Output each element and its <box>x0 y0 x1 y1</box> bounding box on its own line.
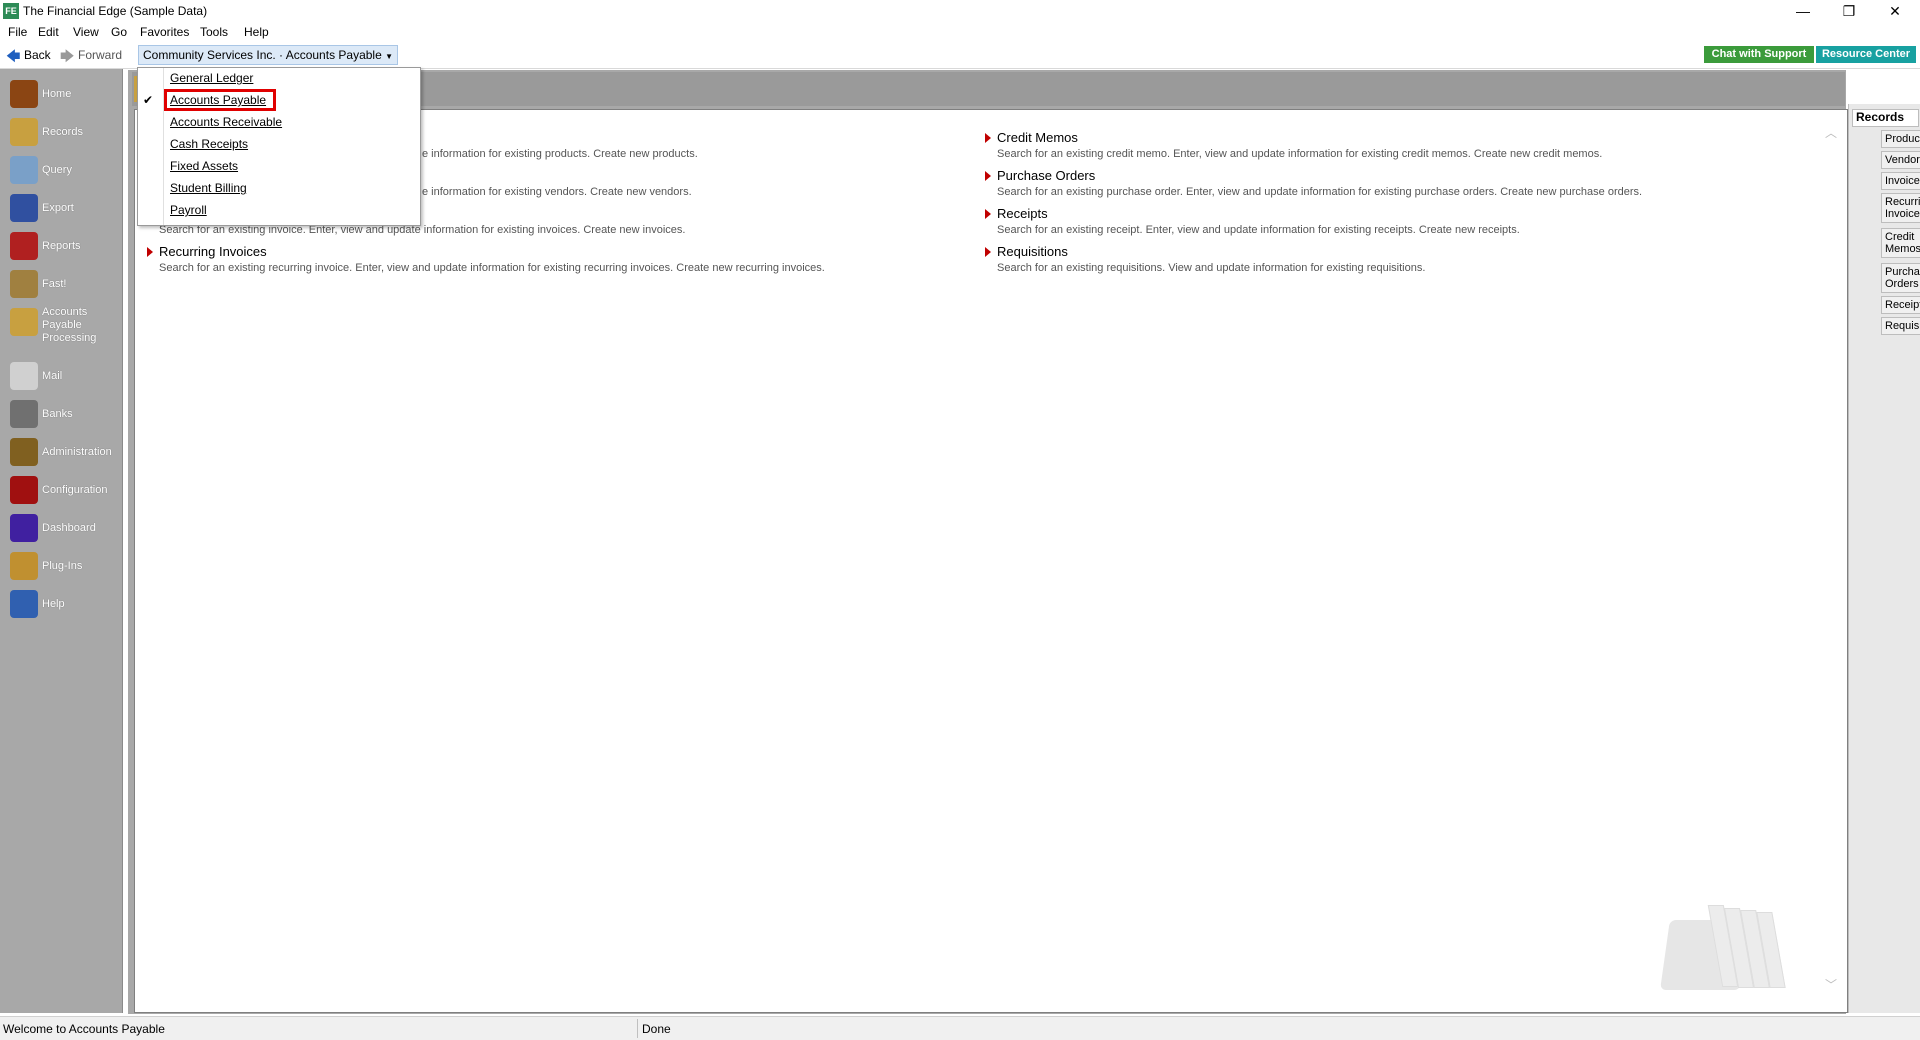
record-link-receipts[interactable]: Receipts <box>997 206 1048 221</box>
folder-watermark-icon <box>1645 890 1815 1000</box>
menu-edit[interactable]: Edit <box>38 25 59 39</box>
nav-item-label: Help <box>42 598 65 610</box>
record-link-credit-memos[interactable]: Credit Memos <box>997 130 1078 145</box>
status-message: Welcome to Accounts Payable <box>3 1022 165 1036</box>
scroll-up-icon[interactable]: ︿ <box>1825 124 1837 141</box>
minimize-button[interactable]: — <box>1780 0 1826 22</box>
menu-view[interactable]: View <box>73 25 99 39</box>
record-description: Search for an existing requisitions. Vie… <box>997 262 1426 274</box>
query-icon <box>10 156 38 184</box>
menu-help[interactable]: Help <box>244 25 269 39</box>
resource-center-button[interactable]: Resource Center <box>1816 46 1916 63</box>
menu-file[interactable]: File <box>8 25 27 39</box>
records-icon <box>10 118 38 146</box>
forward-arrow-icon: 🡆 <box>60 48 75 64</box>
records-link-receipts[interactable]: Receipts <box>1881 296 1920 314</box>
help-icon <box>10 590 38 618</box>
app-icon: FE <box>3 3 19 19</box>
expand-arrow-icon[interactable] <box>985 133 991 143</box>
scroll-down-icon[interactable]: ﹀ <box>1825 976 1837 993</box>
status-bar: Welcome to Accounts Payable Done <box>0 1016 1920 1040</box>
nav-item-label: Home <box>42 88 72 100</box>
plugins-icon <box>10 552 38 580</box>
checkmark-icon: ✔ <box>143 93 154 107</box>
status-done: Done <box>642 1022 671 1036</box>
ap-processing-icon <box>10 308 38 336</box>
configuration-icon <box>10 476 38 504</box>
nav-item-label: Plug-Ins <box>42 560 83 572</box>
menu-go[interactable]: Go <box>111 25 127 39</box>
record-description: Search for an existing recurring invoice… <box>159 262 825 274</box>
chat-with-support-button[interactable]: Chat with Support <box>1704 46 1814 63</box>
records-link-products[interactable]: Products <box>1881 130 1920 148</box>
menu-item-general-ledger[interactable]: General Ledger <box>170 71 253 85</box>
expand-arrow-icon[interactable] <box>985 171 991 181</box>
back-arrow-icon[interactable]: 🡄 <box>6 46 20 70</box>
fast-icon <box>10 270 38 298</box>
record-link-purchase-orders[interactable]: Purchase Orders <box>997 168 1095 183</box>
record-description: e information for existing products. Cre… <box>422 148 698 160</box>
records-content-panel: ︿ ﹀ e information for existing products.… <box>134 109 1848 1013</box>
window-title: The Financial Edge (Sample Data) <box>23 4 208 18</box>
record-description: e information for existing vendors. Crea… <box>422 186 692 198</box>
context-selector[interactable]: Community Services Inc. · Accounts Payab… <box>138 45 399 65</box>
restore-button[interactable]: ❐ <box>1826 0 1872 22</box>
records-link-vendors[interactable]: Vendors <box>1881 151 1920 169</box>
nav-item-label: Export <box>42 202 74 214</box>
record-link-requisitions[interactable]: Requisitions <box>997 244 1068 259</box>
back-button[interactable]: Back <box>24 48 51 62</box>
nav-item-label: Administration <box>42 446 112 458</box>
nav-item-label: Accounts Payable Processing <box>42 306 97 344</box>
expand-arrow-icon[interactable] <box>147 247 153 257</box>
records-link-invoices[interactable]: Invoices <box>1881 172 1920 190</box>
context-label: Community Services Inc. · Accounts Payab… <box>143 48 382 62</box>
nav-item-label: Banks <box>42 408 73 420</box>
nav-item-label: Configuration <box>42 484 108 496</box>
expand-arrow-icon[interactable] <box>985 209 991 219</box>
mail-icon <box>10 362 38 390</box>
title-bar: FE The Financial Edge (Sample Data) — ❐ … <box>0 0 1920 22</box>
records-panel-heading: Records <box>1852 109 1919 127</box>
menu-favorites[interactable]: Favorites <box>140 25 189 39</box>
menu-tools[interactable]: Tools <box>200 25 228 39</box>
menu-item-student-billing[interactable]: Student Billing <box>170 181 247 195</box>
record-description: Search for an existing credit memo. Ente… <box>997 148 1603 160</box>
record-description: Search for an existing receipt. Enter, v… <box>997 224 1520 236</box>
chevron-down-icon: ▼ <box>385 52 394 61</box>
records-link-requisitions[interactable]: Requisitions <box>1881 317 1920 335</box>
forward-button[interactable]: Forward <box>78 48 122 62</box>
export-icon <box>10 194 38 222</box>
reports-icon <box>10 232 38 260</box>
nav-item-label: Mail <box>42 370 63 382</box>
expand-arrow-icon[interactable] <box>985 247 991 257</box>
nav-item-label: Fast! <box>42 278 67 290</box>
records-link-credit-memos[interactable]: Credit Memos <box>1881 228 1920 258</box>
nav-item-label: Reports <box>42 240 81 252</box>
record-link-recurring-invoices[interactable]: Recurring Invoices <box>159 244 267 259</box>
nav-item-label: Query <box>42 164 72 176</box>
menu-item-payroll[interactable]: Payroll <box>170 203 207 217</box>
nav-item-label: Dashboard <box>42 522 96 534</box>
dashboard-icon <box>10 514 38 542</box>
nav-item-label: Records <box>42 126 83 138</box>
banks-icon <box>10 400 38 428</box>
administration-icon <box>10 438 38 466</box>
menu-item-fixed-assets[interactable]: Fixed Assets <box>170 159 238 173</box>
records-link-purchase-orders[interactable]: Purchase Orders <box>1881 263 1920 293</box>
menu-item-accounts-receivable[interactable]: Accounts Receivable <box>170 115 282 129</box>
menu-bar: File Edit View Go Favorites Tools Help <box>0 22 1920 42</box>
close-button[interactable]: ✕ <box>1872 0 1918 22</box>
navigation-bar: 🡄 Back 🡆 Forward Community Services Inc.… <box>0 42 1920 69</box>
home-icon <box>10 80 38 108</box>
status-divider <box>637 1019 638 1038</box>
record-description: Search for an existing purchase order. E… <box>997 186 1643 198</box>
menu-item-cash-receipts[interactable]: Cash Receipts <box>170 137 248 151</box>
selection-highlight-box <box>164 89 276 111</box>
records-link-recurring-invoices[interactable]: Recurring Invoices <box>1881 193 1920 223</box>
